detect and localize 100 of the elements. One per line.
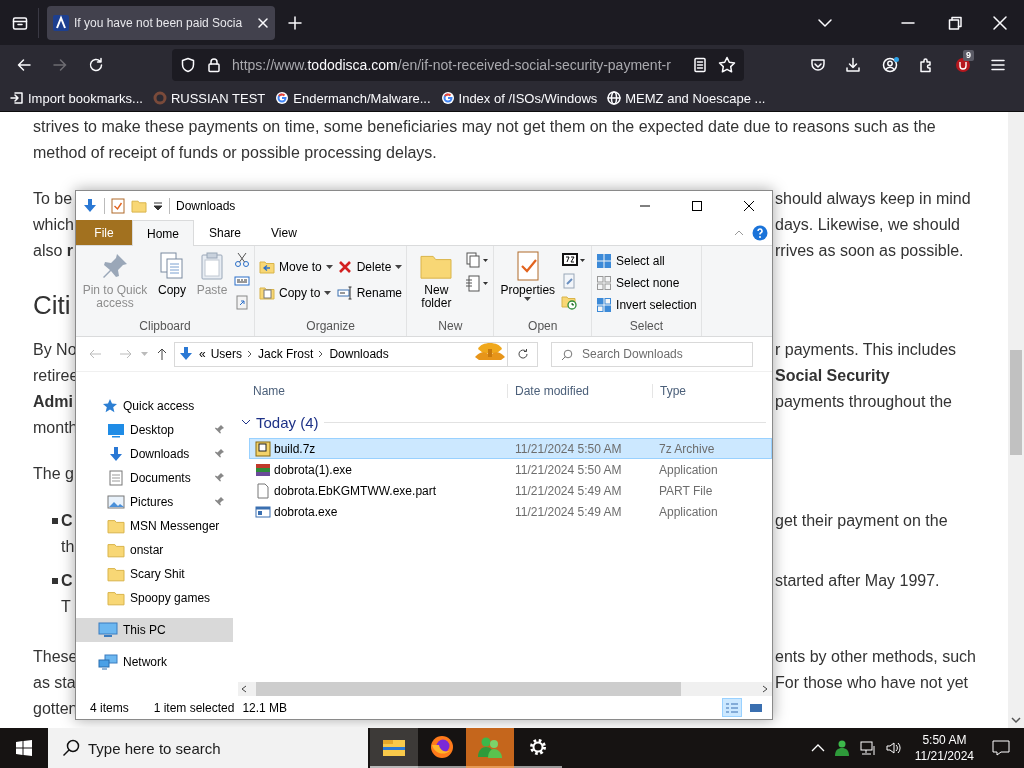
label-icon[interactable] <box>234 273 250 289</box>
article-text: T <box>61 597 71 617</box>
close-tab-icon[interactable] <box>257 16 269 29</box>
lock-icon[interactable] <box>206 57 222 73</box>
select-all-icon[interactable] <box>596 253 613 269</box>
ribbon-tab[interactable]: Home <box>132 220 194 246</box>
ribbon-button[interactable]: Select none <box>596 274 697 292</box>
back-icon[interactable] <box>16 57 32 73</box>
nav-item[interactable]: Documents <box>76 466 233 490</box>
menu-icon[interactable] <box>990 57 1006 73</box>
group-header[interactable]: Today (4) <box>256 413 319 431</box>
page-icon[interactable] <box>465 275 490 293</box>
nav-item[interactable]: Spoopy games <box>76 586 233 610</box>
nav-item[interactable]: Network <box>76 650 233 674</box>
scroll-down-icon[interactable] <box>1011 716 1021 724</box>
file-row[interactable]: dobrota.exe 11/21/2024 5:49 AM Application <box>249 501 772 522</box>
ribbon-button[interactable]: Move to <box>259 258 333 276</box>
ribbon-button[interactable]: Delete <box>336 258 403 276</box>
article-text: strives to make these payments on time, some beneficiaries may not get them on the expected date due to reasons such as the <box>33 117 936 137</box>
up-icon[interactable] <box>156 347 168 361</box>
maximize-icon[interactable] <box>691 199 703 212</box>
browser-tab[interactable]: If you have not been paid Socia <box>47 5 275 40</box>
select-none-icon[interactable] <box>596 275 613 291</box>
pages-icon[interactable] <box>465 252 490 270</box>
tab-overview-icon[interactable] <box>12 14 28 31</box>
file-row[interactable]: dobrota.EbKGMTWW.exe.part 11/21/2024 5:49 AM PART File <box>249 480 772 501</box>
download-icon[interactable] <box>845 57 861 73</box>
file-row[interactable]: dobrota(1).exe 11/21/2024 5:50 AM Application <box>249 459 772 480</box>
refresh-button[interactable] <box>508 341 538 367</box>
nav-item[interactable]: This PC <box>76 618 233 642</box>
bookmark-item[interactable]: RUSSIAN TEST <box>152 90 266 106</box>
breadcrumb-item[interactable]: Downloads <box>329 347 389 361</box>
account-icon[interactable] <box>882 56 900 74</box>
nav-item[interactable]: MSN Messenger <box>76 514 233 538</box>
ribbon-tab[interactable]: Share <box>194 220 257 245</box>
forward-icon[interactable] <box>52 57 68 73</box>
dropdown-icon[interactable] <box>153 200 163 211</box>
extensions-icon[interactable] <box>918 57 934 73</box>
column-header[interactable]: Type <box>652 384 686 398</box>
taskbar-app[interactable] <box>370 728 418 768</box>
bookmark-item[interactable]: Index of /ISOs/Windows <box>440 90 598 106</box>
search-field[interactable]: Type here to search <box>48 728 368 768</box>
new-tab-icon[interactable] <box>287 14 303 31</box>
ribbon-button[interactable]: Select all <box>596 252 697 270</box>
ribbon-tab[interactable]: View <box>256 220 312 245</box>
view-toggle[interactable] <box>722 698 742 717</box>
nav-item[interactable]: Desktop <box>76 418 233 442</box>
nav-item[interactable]: Downloads <box>76 442 233 466</box>
ribbon-button[interactable]: Copy <box>154 248 190 299</box>
bookmark-star-icon[interactable] <box>718 56 736 74</box>
address-field[interactable]: « Users Jack Frost Downloads <box>174 341 508 367</box>
people-icon[interactable] <box>832 739 851 757</box>
reload-icon[interactable] <box>88 57 104 73</box>
ribbon-button[interactable]: Copy to <box>259 284 333 302</box>
close-icon[interactable] <box>743 199 755 212</box>
scissors-icon[interactable] <box>234 252 250 268</box>
rename-icon[interactable] <box>336 285 353 301</box>
delete-icon[interactable] <box>336 259 353 275</box>
scrollbar-thumb[interactable] <box>1010 350 1022 455</box>
chevron-down-icon[interactable] <box>241 418 251 426</box>
url-text[interactable]: https://www.tododisca.com/en/if-not-received-social-security-payment-r <box>232 57 682 73</box>
ribbon-button[interactable]: Invert selection <box>596 296 697 314</box>
collapse-ribbon-icon[interactable] <box>734 229 744 236</box>
folder-pages-icon[interactable] <box>259 285 275 301</box>
nav-item[interactable]: Scary Shit <box>76 562 233 586</box>
ribbon-button[interactable]: New folder <box>411 248 462 312</box>
scroll-right-icon[interactable] <box>761 685 769 693</box>
archive-icon[interactable] <box>561 252 588 268</box>
reader-view-icon[interactable] <box>692 57 708 73</box>
search-field[interactable]: Search Downloads <box>551 341 753 367</box>
file-row[interactable]: build.7z 11/21/2024 5:50 AM 7z Archive <box>249 438 772 459</box>
pocket-icon[interactable] <box>810 57 826 73</box>
help-icon[interactable] <box>752 224 768 241</box>
page-check-icon[interactable] <box>111 197 125 214</box>
breadcrumb-item[interactable]: Users <box>210 347 243 361</box>
breadcrumb-item[interactable]: Jack Frost <box>258 347 314 361</box>
ribbon-tab[interactable]: File <box>76 220 132 245</box>
nav-item[interactable]: Quick access <box>76 394 233 418</box>
bookmark-item[interactable]: Endermanch/Malware... <box>275 90 431 106</box>
clock[interactable]: 5:50 AM 11/21/2024 <box>906 728 982 768</box>
restore-icon[interactable] <box>947 14 963 31</box>
ribbon-button[interactable]: Rename <box>336 284 403 302</box>
folder-arrow-icon[interactable] <box>259 259 275 275</box>
nav-item[interactable]: onstar <box>76 538 233 562</box>
bookmark-item[interactable]: MEMZ and Noescape ... <box>607 90 766 106</box>
nav-item[interactable]: Pictures <box>76 490 233 514</box>
volume-icon[interactable] <box>884 740 903 756</box>
scroll-left-icon[interactable] <box>240 685 248 693</box>
notifications-icon[interactable] <box>992 740 1010 756</box>
bookmark-item[interactable]: Import bookmarks... <box>10 90 143 106</box>
history-icon[interactable] <box>561 294 578 310</box>
network-icon[interactable] <box>858 740 877 756</box>
overflow-chevron[interactable]: « <box>199 347 206 361</box>
column-header[interactable]: Name <box>233 384 507 398</box>
shield-icon[interactable] <box>180 57 196 73</box>
invert-selection-icon[interactable] <box>596 297 613 313</box>
ribbon-button[interactable]: Properties <box>498 248 558 303</box>
scrollbar-thumb[interactable] <box>256 682 681 696</box>
show-hidden-icon[interactable] <box>810 743 825 753</box>
column-header[interactable]: Date modified <box>507 384 652 398</box>
